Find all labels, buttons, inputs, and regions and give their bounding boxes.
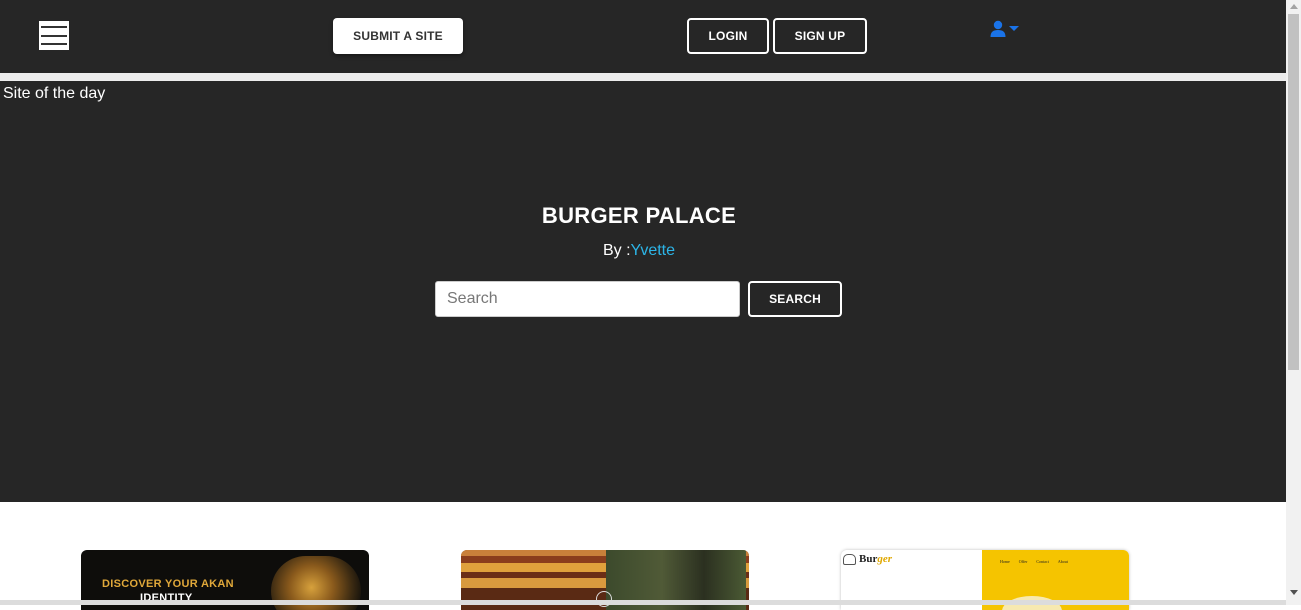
card-nav-item: Offer <box>1018 559 1028 564</box>
author-line: By :Yvette <box>0 242 1278 260</box>
card-heading: DISCOVER YOUR AKAN <box>102 578 234 590</box>
header-divider <box>0 73 1286 81</box>
scroll-down-arrow-icon[interactable] <box>1290 590 1298 595</box>
card-thumbnail-nav: Home Offer Contact About <box>1000 559 1068 564</box>
signup-button[interactable]: SIGN UP <box>773 18 867 54</box>
author-prefix: By : <box>602 242 631 259</box>
burger-icon <box>843 553 856 565</box>
search-input[interactable] <box>435 281 740 317</box>
featured-site-title: BURGER PALACE <box>541 203 737 228</box>
user-icon <box>990 20 1006 37</box>
hamburger-menu-icon[interactable] <box>39 21 69 50</box>
scroll-up-arrow-icon[interactable] <box>1290 4 1298 9</box>
horizontal-scrollbar[interactable] <box>0 600 1286 605</box>
search-button[interactable]: SEARCH <box>748 281 842 317</box>
user-menu-dropdown[interactable] <box>990 19 1026 37</box>
menu-line <box>41 43 67 45</box>
scrollbar-thumb[interactable] <box>1288 14 1299 370</box>
card-logo: Burger <box>843 553 892 565</box>
login-button[interactable]: LOGIN <box>687 18 769 54</box>
section-label: Site of the day <box>3 85 106 102</box>
logo-text-accent: ger <box>877 553 893 565</box>
logo-text: Bur <box>859 553 878 565</box>
vertical-scrollbar[interactable] <box>1286 0 1301 605</box>
card-nav-item: Home <box>1000 559 1010 564</box>
submit-site-button[interactable]: SUBMIT A SITE <box>333 18 463 54</box>
top-navbar: SUBMIT A SITE LOGIN SIGN UP <box>0 0 1286 73</box>
card-nav-item: Contact <box>1036 559 1049 564</box>
caret-down-icon <box>1009 25 1019 31</box>
author-link[interactable]: Yvette <box>631 242 675 259</box>
site-of-the-day-hero: Site of the day BURGER PALACE By :Yvette… <box>0 81 1286 502</box>
menu-line <box>41 26 67 28</box>
card-nav-item: About <box>1057 559 1068 564</box>
menu-line <box>41 34 67 37</box>
